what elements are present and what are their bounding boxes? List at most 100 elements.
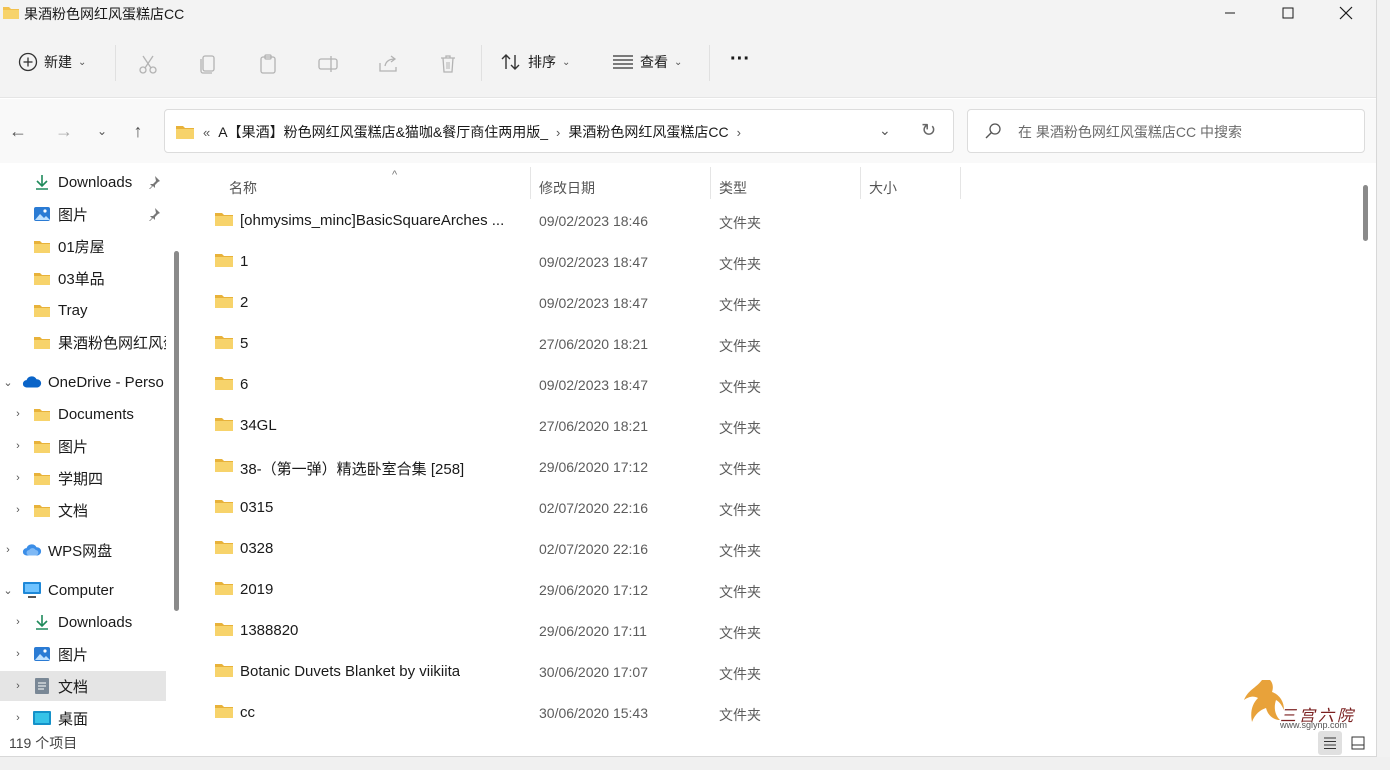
chevron-right-icon[interactable]: › xyxy=(11,408,25,420)
file-name: Botanic Duvets Blanket by viikiita xyxy=(240,663,461,680)
file-row[interactable]: Botanic Duvets Blanket by viikiita 30/06/… xyxy=(208,652,1338,693)
file-date: 30/06/2020 17:07 xyxy=(539,664,648,680)
plus-circle-icon xyxy=(18,52,38,72)
close-icon xyxy=(1339,6,1353,20)
sidebar-item-od-pictures[interactable]: › 图片 xyxy=(0,431,166,461)
more-options-button[interactable]: ··· xyxy=(730,48,750,71)
file-type: 文件夹 xyxy=(719,215,761,231)
file-row[interactable]: 1 09/02/2023 18:47 文件夹 xyxy=(208,242,1338,283)
file-row[interactable]: cc 30/06/2020 15:43 文件夹 xyxy=(208,693,1338,728)
breadcrumb-item[interactable]: 果酒粉色网红风蛋糕店CC xyxy=(568,122,728,142)
minimize-button[interactable] xyxy=(1202,0,1258,26)
sidebar-item-cake-shop[interactable]: 果酒粉色网红风蛋 xyxy=(0,327,166,357)
close-button[interactable] xyxy=(1318,0,1374,26)
sidebar-item-label: 桌面 xyxy=(58,710,89,728)
chevron-right-icon[interactable]: › xyxy=(11,712,25,724)
chevron-down-icon[interactable]: ⌄ xyxy=(1,376,15,389)
new-button[interactable]: 新建 ⌄ xyxy=(18,52,86,72)
file-row[interactable]: 2 09/02/2023 18:47 文件夹 xyxy=(208,283,1338,324)
forward-button[interactable]: → xyxy=(52,119,76,143)
chevron-right-icon[interactable]: › xyxy=(737,125,741,140)
sidebar-item-label: 文档 xyxy=(58,502,89,520)
file-row[interactable]: 5 27/06/2020 18:21 文件夹 xyxy=(208,324,1338,365)
column-header-name[interactable]: 名称 ^ xyxy=(208,169,530,205)
column-label: 名称 xyxy=(229,180,257,196)
folder-icon xyxy=(32,404,52,424)
sidebar-item-downloads[interactable]: Downloads xyxy=(0,167,166,197)
up-button[interactable]: ↑ xyxy=(126,119,150,143)
column-label: 类型 xyxy=(719,180,747,196)
chevron-right-icon[interactable]: › xyxy=(11,504,25,516)
overflow-crumbs[interactable]: « xyxy=(203,125,210,140)
file-row[interactable]: 0315 02/07/2020 22:16 文件夹 xyxy=(208,488,1338,529)
sidebar-item-desktop[interactable]: › 桌面 xyxy=(0,703,166,728)
column-divider[interactable] xyxy=(960,167,961,199)
cut-button[interactable] xyxy=(136,52,160,76)
pictures-icon xyxy=(32,204,52,224)
toolbar-divider xyxy=(709,45,710,81)
recent-locations-button[interactable]: ⌄ xyxy=(90,119,114,143)
folder-icon xyxy=(176,126,194,139)
column-header-modified[interactable]: 修改日期 xyxy=(530,171,710,205)
file-row[interactable]: 38-（第一弹）精选卧室合集 [258] 29/06/2020 17:12 文件夹 xyxy=(208,447,1338,488)
file-row[interactable]: 34GL 27/06/2020 18:21 文件夹 xyxy=(208,406,1338,447)
sidebar-scrollbar[interactable] xyxy=(174,251,179,611)
search-box[interactable] xyxy=(967,109,1365,153)
sidebar-item-pc-downloads[interactable]: › Downloads xyxy=(0,607,166,637)
refresh-icon[interactable]: ↻ xyxy=(921,120,936,141)
sidebar-item-01-house[interactable]: 01房屋 xyxy=(0,231,166,261)
sidebar-item-wps[interactable]: › WPS网盘 xyxy=(0,535,166,565)
sidebar-item-pictures[interactable]: 图片 xyxy=(0,199,166,229)
folder-icon xyxy=(214,580,234,599)
delete-button[interactable] xyxy=(436,52,460,76)
sidebar-item-pc-pictures[interactable]: › 图片 xyxy=(0,639,166,669)
address-bar[interactable]: « A【果酒】粉色网红风蛋糕店&猫咖&餐厅商住两用版_ › 果酒粉色网红风蛋糕店… xyxy=(164,109,954,153)
sort-label: 排序 xyxy=(528,54,556,70)
maximize-icon xyxy=(1282,7,1294,19)
sidebar-item-od-docs[interactable]: › 文档 xyxy=(0,495,166,525)
file-row[interactable]: 6 09/02/2023 18:47 文件夹 xyxy=(208,365,1338,406)
file-date: 27/06/2020 18:21 xyxy=(539,418,648,434)
chevron-right-icon[interactable]: › xyxy=(11,616,25,628)
view-button[interactable]: 查看 ⌄ xyxy=(612,52,682,72)
sidebar-item-semester-four[interactable]: › 学期四 xyxy=(0,463,166,493)
file-row[interactable]: 1388820 29/06/2020 17:11 文件夹 xyxy=(208,611,1338,652)
sidebar-item-onedrive[interactable]: ⌄ OneDrive - Perso xyxy=(0,367,166,397)
folder-icon xyxy=(32,468,52,488)
chevron-right-icon[interactable]: › xyxy=(556,125,560,140)
chevron-right-icon[interactable]: › xyxy=(11,648,25,660)
copy-button[interactable] xyxy=(196,52,220,76)
file-row[interactable]: [ohmysims_minc]BasicSquareArches ... 09/0… xyxy=(208,201,1338,242)
window-title: 果酒粉色网红风蛋糕店CC xyxy=(24,6,185,22)
sidebar-item-03-items[interactable]: 03单品 xyxy=(0,263,166,293)
chevron-right-icon[interactable]: › xyxy=(11,680,25,692)
sidebar-item-documents[interactable]: › Documents xyxy=(0,399,166,429)
file-row[interactable]: 0328 02/07/2020 22:16 文件夹 xyxy=(208,529,1338,570)
paste-button[interactable] xyxy=(256,52,280,76)
column-label: 大小 xyxy=(869,180,897,196)
chevron-down-icon: ⌄ xyxy=(674,56,683,68)
arrow-right-icon: → xyxy=(55,120,73,141)
share-button[interactable] xyxy=(376,52,400,76)
chevron-right-icon[interactable]: › xyxy=(1,544,15,556)
maximize-button[interactable] xyxy=(1260,0,1316,26)
search-input[interactable] xyxy=(1018,121,1348,143)
chevron-down-icon[interactable]: ⌄ xyxy=(1,584,15,597)
rename-button[interactable] xyxy=(316,52,340,76)
file-type: 文件夹 xyxy=(719,543,761,559)
breadcrumb-item[interactable]: A【果酒】粉色网红风蛋糕店&猫咖&餐厅商住两用版_ xyxy=(218,122,548,142)
column-header-type[interactable]: 类型 xyxy=(710,171,860,205)
sidebar-item-pc-documents[interactable]: › 文档 xyxy=(0,671,166,701)
sidebar-item-tray[interactable]: Tray xyxy=(0,295,166,325)
file-row[interactable]: 2019 29/06/2020 17:12 文件夹 xyxy=(208,570,1338,611)
chevron-right-icon[interactable]: › xyxy=(11,440,25,452)
address-dropdown-icon[interactable]: ⌄ xyxy=(879,122,891,139)
sidebar-item-computer[interactable]: ⌄ Computer xyxy=(0,575,166,605)
chevron-right-icon[interactable]: › xyxy=(11,472,25,484)
back-button[interactable]: ← xyxy=(6,119,30,143)
folder-icon xyxy=(32,332,52,352)
column-header-size[interactable]: 大小 xyxy=(860,171,960,205)
sort-button[interactable]: 排序 ⌄ xyxy=(500,52,570,72)
content-scrollbar[interactable] xyxy=(1363,185,1368,241)
file-type: 文件夹 xyxy=(719,256,761,272)
